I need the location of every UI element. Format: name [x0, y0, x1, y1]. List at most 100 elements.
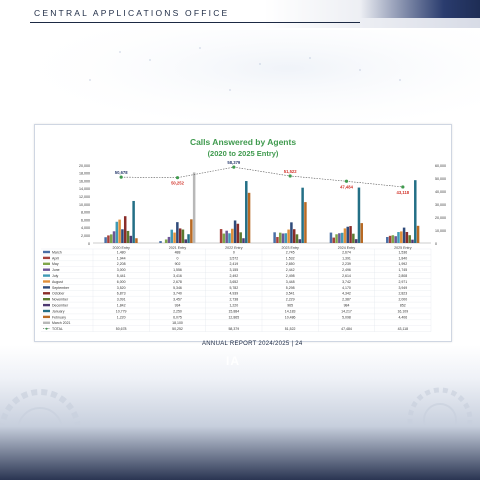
y2-tick-label: 0: [435, 242, 437, 246]
legend-swatch: [43, 274, 50, 277]
table-cell: 1,536: [398, 250, 407, 254]
bar: [245, 181, 248, 243]
bar: [115, 221, 119, 243]
y2-tick-label: 40,000: [435, 190, 446, 194]
table-cell: 3,448: [286, 280, 295, 284]
bar: [178, 228, 182, 243]
table-cell: 2,496: [342, 268, 351, 272]
bar: [184, 239, 187, 243]
bar: [225, 230, 228, 243]
bar: [173, 232, 176, 243]
table-cell: 1,532: [286, 256, 295, 260]
table-row-label: September: [52, 286, 70, 290]
total-point: [175, 176, 180, 180]
chart-title: Calls Answered by Agents: [190, 137, 296, 147]
legend-swatch: [43, 286, 50, 289]
legend-swatch: [43, 309, 50, 313]
footer-logo: IA: [226, 354, 240, 368]
bar: [400, 231, 403, 243]
table-cell: 2,208: [117, 262, 126, 266]
table-row-label: December: [52, 304, 69, 308]
table-cell: 3,520: [117, 286, 126, 290]
bar: [129, 235, 133, 243]
bar: [397, 232, 400, 243]
table-cell: 5,298: [286, 286, 295, 290]
table-cell: 984: [344, 304, 350, 308]
y-tick-label: 2,000: [81, 234, 90, 238]
table-cell: 12,865: [228, 315, 239, 319]
table-row-label: July: [52, 274, 58, 278]
table-cell: 2,250: [173, 309, 182, 313]
y-tick-label: 0: [88, 242, 90, 246]
table-cell: 3,541: [286, 292, 295, 296]
table-cell: 0: [177, 256, 179, 260]
table-cell: 852: [400, 304, 406, 308]
bar: [391, 235, 395, 243]
calls-answered-chart: Calls Answered by Agents (2020 to 2025 E…: [41, 137, 446, 332]
bar: [121, 229, 124, 243]
bar: [187, 234, 190, 243]
bar: [164, 239, 168, 243]
table-cell: 5,098: [342, 315, 351, 319]
bar: [273, 232, 276, 243]
legend-swatch: [43, 303, 50, 307]
y-tick-label: 8,000: [81, 211, 90, 215]
table-cell: 3,091: [117, 298, 126, 302]
legend-swatch: [43, 268, 50, 271]
legend-swatch: [43, 298, 50, 301]
bar: [135, 238, 138, 243]
table-cell: 3,949: [398, 286, 407, 290]
bar: [292, 229, 296, 243]
bar: [104, 237, 107, 243]
table-cell: 2,387: [342, 298, 351, 302]
bar: [304, 202, 307, 243]
total-label: 51,522: [284, 169, 297, 174]
bar: [295, 234, 299, 243]
bar: [290, 222, 293, 243]
table-cell: 1,391: [342, 256, 351, 260]
legend-swatch: [43, 256, 50, 260]
table-cell: 4,170: [342, 286, 351, 290]
total-label: 47,484: [340, 184, 353, 189]
table-cell: 1,840: [398, 256, 407, 260]
table-cell: 15,884: [228, 309, 239, 313]
legend-swatch: [43, 250, 50, 254]
bar: [281, 233, 285, 243]
y-tick-label: 18,000: [79, 172, 90, 176]
x-tick-label: 2023 Entry: [281, 246, 299, 250]
table-cell: 6,075: [173, 315, 182, 319]
total-point: [119, 175, 123, 179]
table-cell: 2,419: [229, 262, 238, 266]
table-cell: 4,939: [229, 292, 238, 296]
table-cell: 3,457: [173, 298, 182, 302]
table-cell: 6,000: [117, 280, 126, 284]
table-row-label: March 2021: [52, 321, 71, 325]
table-cell: 1,480: [117, 250, 126, 254]
bar: [242, 238, 245, 243]
bar: [239, 232, 242, 243]
y-tick-label: 10,000: [79, 203, 90, 207]
x-tick-label: 2021 Entry: [169, 246, 187, 250]
table-cell: 1,745: [398, 268, 407, 272]
table-cell: 10,486: [285, 315, 296, 319]
table-cell: 2,971: [398, 280, 407, 284]
x-tick-label: 2022 Entry: [225, 246, 243, 250]
bar: [159, 241, 162, 243]
legend-dot-total: [45, 327, 48, 330]
table-cell: 2,000: [398, 298, 407, 302]
y2-tick-label: 30,000: [435, 203, 446, 207]
table-cell: 902: [175, 262, 181, 266]
total-label: 50,678: [115, 170, 128, 175]
bar: [402, 227, 406, 243]
legend-swatch: [43, 315, 50, 319]
x-tick-label: 2024 Entry: [338, 246, 356, 250]
bar: [276, 237, 279, 243]
total-point: [288, 174, 292, 178]
table-cell: 2,229: [286, 298, 295, 302]
table-cell: 4,342: [342, 292, 351, 296]
bar: [386, 237, 389, 243]
bar: [352, 233, 355, 243]
table-cell: 3,572: [229, 256, 238, 260]
total-label: 58,379: [227, 160, 240, 165]
bar: [123, 216, 127, 243]
